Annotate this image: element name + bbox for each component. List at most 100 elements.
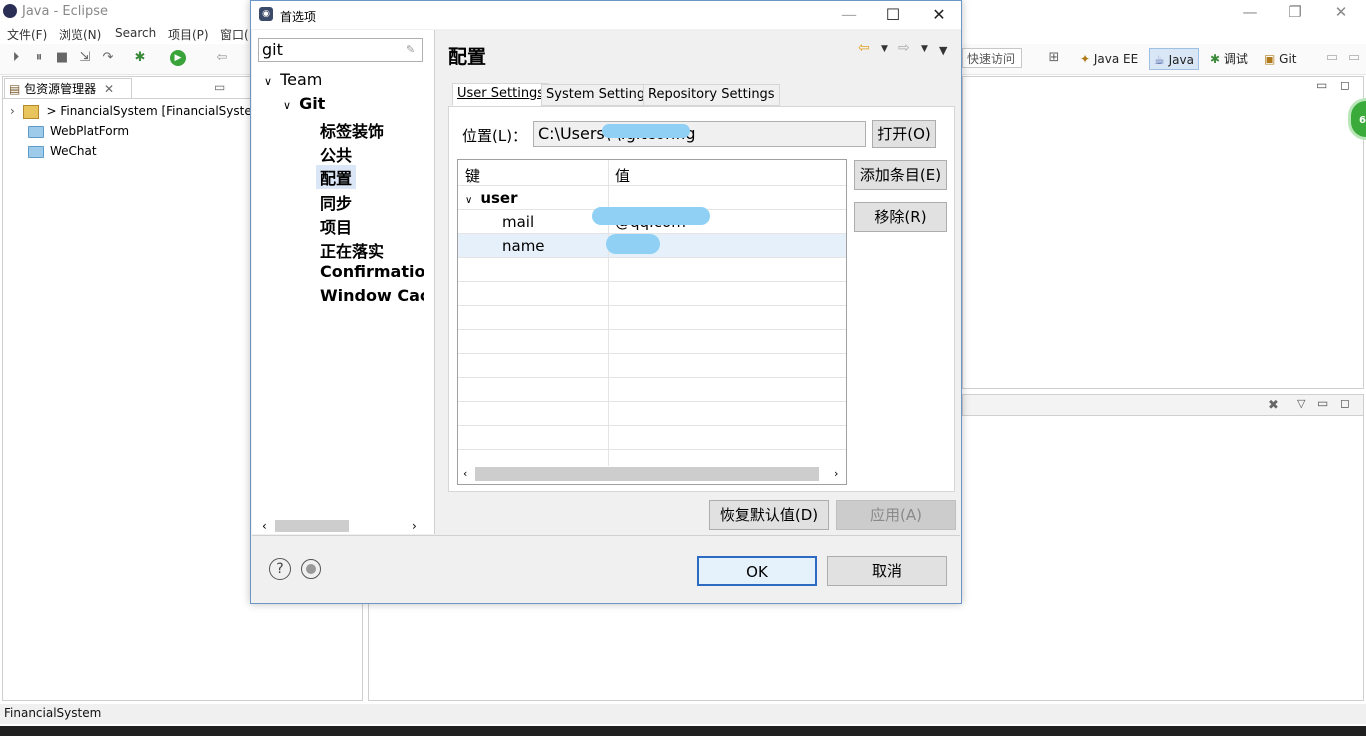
column-header-value[interactable]: 值: [615, 165, 630, 186]
location-label: 位置(L)：: [462, 127, 528, 145]
nav-common[interactable]: 公共: [320, 142, 352, 166]
nav-projects[interactable]: 项目: [320, 214, 352, 238]
row-divider: [458, 377, 846, 378]
maximize-view-icon[interactable]: ◻: [1340, 396, 1350, 410]
forward-arrow-icon[interactable]: ⇨: [898, 40, 910, 56]
scrollbar-thumb[interactable]: [275, 520, 349, 532]
menu-window[interactable]: 窗口(: [220, 26, 249, 43]
folder-icon: [28, 145, 44, 158]
add-entry-button[interactable]: 添加条目(E): [854, 160, 947, 190]
section-label: user: [480, 189, 518, 207]
chevron-down-icon[interactable]: ∨: [264, 75, 272, 88]
nav-git-label: Git: [299, 94, 326, 113]
debug-icon[interactable]: ✱: [132, 50, 148, 66]
menu-search[interactable]: Search: [115, 26, 156, 40]
nav-team[interactable]: ∨ Team: [264, 70, 322, 89]
menu-file[interactable]: 文件(F): [7, 26, 47, 43]
back-dropdown-icon[interactable]: ▼: [881, 44, 888, 54]
step-icon[interactable]: ↷: [100, 50, 116, 66]
close-button[interactable]: ✕: [1327, 2, 1355, 22]
tree-item-label: > FinancialSystem [FinancialSystem: [46, 104, 264, 118]
minimize-view-icon[interactable]: ▭: [1317, 396, 1328, 410]
scroll-left-icon[interactable]: ‹: [262, 519, 267, 533]
view-menu-icon[interactable]: ▼: [939, 44, 947, 57]
column-header-key[interactable]: 键: [465, 165, 480, 186]
table-scrollbar-thumb[interactable]: [475, 467, 819, 481]
restore-defaults-button[interactable]: 恢复默认值(D): [709, 500, 829, 530]
table-scroll-right-icon[interactable]: ›: [834, 467, 838, 480]
minimize-view-icon[interactable]: ▭: [214, 80, 225, 94]
table-row-name-key[interactable]: name: [502, 237, 545, 255]
nav-git[interactable]: ∨ Git: [283, 94, 325, 113]
chevron-down-icon[interactable]: ∨: [283, 99, 291, 112]
apply-button[interactable]: 应用(A): [836, 500, 956, 530]
table-row-mail-key[interactable]: mail: [502, 213, 534, 231]
remove-button[interactable]: 移除(R): [854, 202, 947, 232]
scroll-right-icon[interactable]: ›: [412, 519, 417, 533]
nav-synchronize[interactable]: 同步: [320, 190, 352, 214]
tree-item-wechat[interactable]: WeChat: [28, 142, 97, 160]
back-arrow-icon[interactable]: ⇦: [858, 40, 870, 56]
nav-label-decorations[interactable]: 标签装饰: [320, 118, 384, 142]
tree-item-webplatform[interactable]: WebPlatForm: [28, 122, 129, 140]
perspective-git[interactable]: ▣ Git: [1260, 48, 1301, 70]
disconnect-icon[interactable]: ⇲: [77, 50, 93, 66]
menu-project[interactable]: 项目(P): [168, 26, 209, 43]
preferences-nav-panel: [252, 30, 435, 534]
run-icon[interactable]: ▶: [170, 50, 186, 66]
clear-filter-icon[interactable]: ✎: [406, 43, 415, 56]
dialog-maximize-button[interactable]: ☐: [876, 4, 910, 26]
tab-system-settings[interactable]: System Settings: [541, 84, 657, 106]
chevron-right-icon[interactable]: ›: [10, 104, 15, 118]
view-menu-icon[interactable]: ▽: [1297, 397, 1305, 410]
help-icon[interactable]: ?: [269, 558, 291, 580]
close-icon[interactable]: ✕: [104, 82, 114, 96]
tab-repository-settings[interactable]: Repository Settings: [643, 84, 780, 106]
editor-area: [962, 76, 1364, 389]
open-button[interactable]: 打开(O): [872, 120, 936, 148]
save-all-icon[interactable]: ▭: [1346, 50, 1362, 66]
tree-item-financialsystem[interactable]: › > FinancialSystem [FinancialSystem: [10, 102, 263, 120]
minimize-editor-icon[interactable]: ▭: [1316, 78, 1327, 92]
ok-button[interactable]: OK: [697, 556, 817, 586]
filter-input[interactable]: git: [258, 38, 423, 62]
nav-confirmation[interactable]: Confirmation: [320, 262, 424, 281]
quick-access-input[interactable]: 快速访问: [962, 48, 1022, 68]
save-icon[interactable]: ▭: [1324, 50, 1340, 66]
minimize-button[interactable]: —: [1236, 2, 1264, 22]
import-export-icon[interactable]: [301, 559, 321, 579]
tab-user-settings[interactable]: User Settings: [452, 83, 550, 106]
git-icon: ▣: [1264, 52, 1276, 66]
perspective-debug-label: 调试: [1223, 52, 1248, 66]
table-scroll-left-icon[interactable]: ‹: [463, 467, 467, 480]
back-arrow-icon[interactable]: ⇦: [214, 50, 230, 66]
package-explorer-tab-label: 包资源管理器: [24, 82, 97, 96]
chevron-down-icon[interactable]: ∨: [465, 195, 472, 206]
restore-button[interactable]: ❐: [1281, 2, 1309, 22]
nav-committing[interactable]: 正在落实: [320, 238, 384, 262]
package-explorer-tab[interactable]: ▤ 包资源管理器 ✕: [4, 78, 132, 99]
java-icon: ☕: [1154, 53, 1165, 67]
suspend-icon[interactable]: ⏸: [31, 50, 47, 66]
menu-navigate[interactable]: 浏览(N): [59, 26, 101, 43]
bug-icon: ✱: [1210, 52, 1221, 66]
tree-item-label: WebPlatForm: [50, 124, 130, 138]
row-divider: [458, 257, 846, 258]
skip-icon[interactable]: ⏵: [8, 50, 24, 66]
maximize-editor-icon[interactable]: ◻: [1340, 78, 1350, 92]
open-perspective-icon[interactable]: ⊞: [1046, 50, 1062, 66]
perspective-java-label: Java: [1168, 53, 1194, 67]
perspective-debug[interactable]: ✱ 调试: [1206, 48, 1252, 70]
clear-icon[interactable]: ✖: [1268, 398, 1279, 413]
perspective-java[interactable]: ☕ Java: [1149, 48, 1199, 70]
forward-dropdown-icon[interactable]: ▼: [921, 44, 928, 54]
location-field[interactable]: C:\Users\ \.gitconfig: [533, 121, 866, 147]
nav-window-cache[interactable]: Window Cacl: [320, 286, 424, 305]
cancel-button[interactable]: 取消: [827, 556, 947, 586]
terminate-icon[interactable]: ■: [54, 50, 70, 66]
perspective-java-ee[interactable]: ✦ Java EE: [1076, 48, 1142, 70]
table-section-user[interactable]: ∨ user: [465, 189, 518, 207]
dialog-minimize-button[interactable]: —: [832, 4, 866, 26]
dialog-close-button[interactable]: ✕: [922, 4, 956, 26]
nav-configuration[interactable]: 配置: [316, 165, 357, 189]
